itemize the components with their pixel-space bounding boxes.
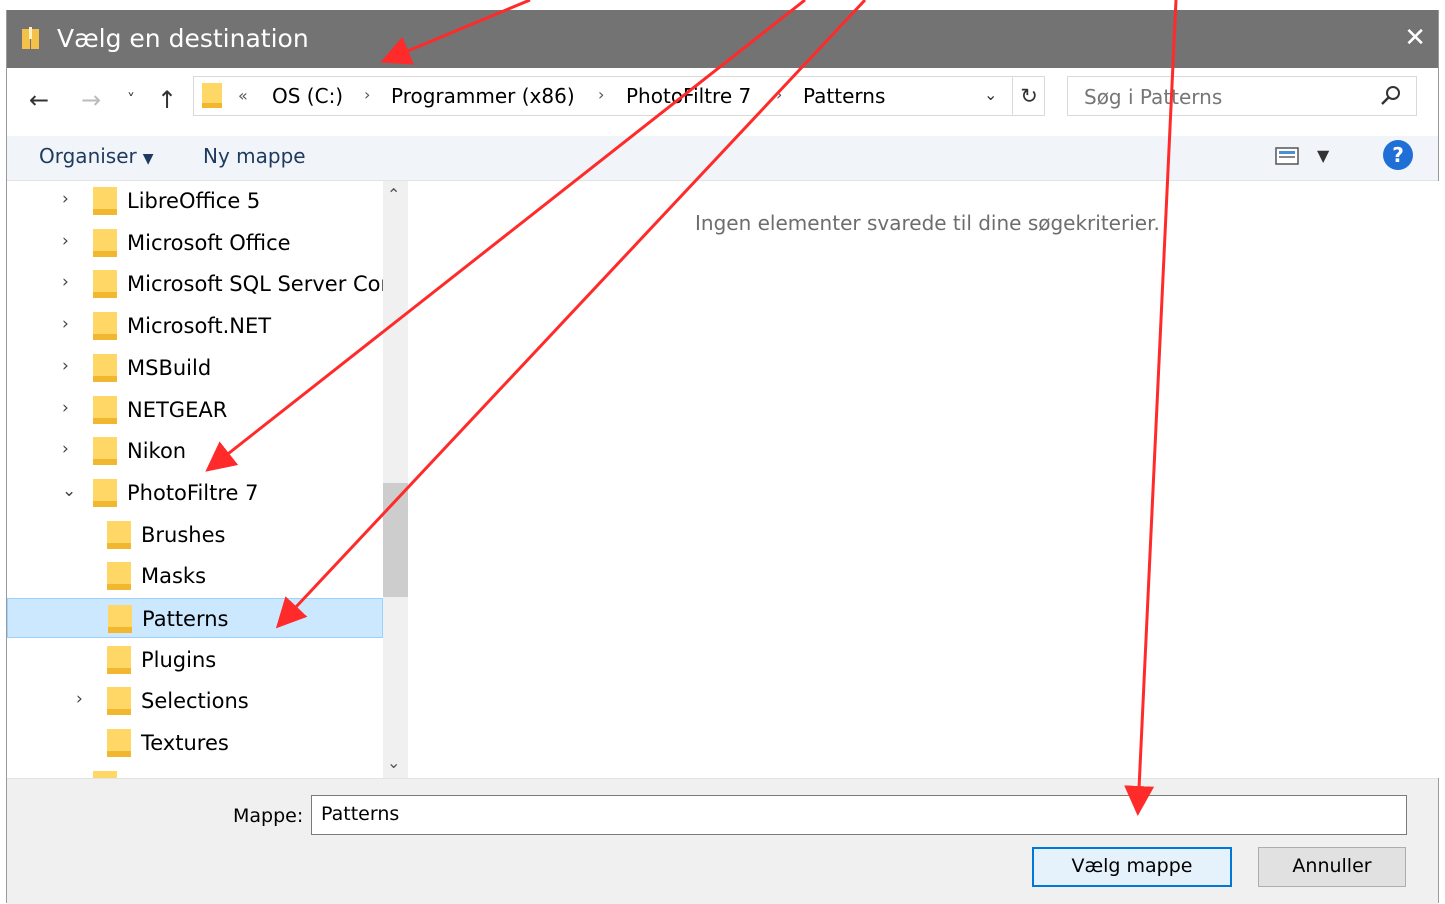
refresh-icon[interactable]: ↻	[1012, 77, 1045, 115]
breadcrumb-os-c[interactable]: OS (C:)	[272, 84, 343, 108]
tree-item[interactable]: › MSBuild	[7, 348, 383, 388]
organise-label[interactable]: Organiser	[39, 144, 137, 168]
up-arrow-icon[interactable]: ↑	[157, 86, 177, 114]
expand-chevron-icon[interactable]: ›	[62, 272, 69, 292]
search-placeholder[interactable]: Søg i Patterns	[1084, 85, 1222, 109]
expand-chevron-icon[interactable]: ›	[62, 356, 69, 376]
tree-item[interactable]: Patterns	[7, 598, 383, 638]
folder-icon	[93, 437, 117, 466]
tree-item-label: Masks	[141, 564, 207, 589]
tree-item[interactable]: Plugins	[7, 640, 383, 680]
breadcrumb-patterns[interactable]: Patterns	[803, 84, 885, 108]
tree-item-label: Plugins	[141, 647, 217, 672]
tree-item-label: Patterns	[142, 607, 229, 631]
search-icon[interactable]	[1380, 85, 1402, 107]
tree-item[interactable]: › Microsoft Office	[7, 223, 383, 263]
select-folder-button[interactable]: Vælg mappe	[1032, 847, 1232, 887]
tree-item-label: Brushes	[141, 522, 226, 547]
tree-item-label: Microsoft.NET	[127, 314, 272, 339]
forward-arrow-icon[interactable]: →	[81, 86, 101, 114]
tree-item[interactable]: Masks	[7, 556, 383, 596]
dialog-footer: Mappe: Patterns Vælg mappe Annuller	[7, 778, 1438, 904]
expand-chevron-icon[interactable]: ›	[76, 689, 83, 709]
folder-name-value[interactable]: Patterns	[321, 803, 399, 825]
address-bar[interactable]: « OS (C:) › Programmer (x86) › PhotoFilt…	[193, 76, 1045, 116]
tree-item[interactable]: › Microsoft SQL Server Cor	[7, 264, 383, 304]
folder-icon	[93, 353, 117, 382]
file-list-pane[interactable]: Ingen elementer svarede til dine søgekri…	[413, 181, 1439, 778]
folder-icon	[93, 478, 117, 507]
scrollbar-thumb[interactable]	[383, 483, 408, 597]
collapse-chevron-icon[interactable]: ⌄	[62, 481, 76, 501]
tree-item-label: Microsoft Office	[127, 230, 291, 255]
folder-icon	[107, 562, 131, 591]
folder-icon	[202, 83, 222, 108]
search-box[interactable]: Søg i Patterns	[1067, 76, 1417, 116]
tree-item-label: LibreOffice 5	[127, 189, 261, 213]
folder-icon	[93, 312, 117, 341]
navigation-tree: › LibreOffice 5 › Microsoft Office › Microsof…	[7, 181, 383, 778]
folder-field-label: Mappe:	[233, 805, 304, 827]
title-bar[interactable]: Vælg en destination ✕	[7, 10, 1438, 68]
scroll-up-icon[interactable]: ⌃	[387, 185, 400, 204]
breadcrumb-photofiltre-7[interactable]: PhotoFiltre 7	[626, 84, 751, 108]
tree-item[interactable]: › LibreOffice 5	[7, 181, 383, 221]
new-folder-button[interactable]: Ny mappe	[203, 144, 306, 168]
folder-icon	[107, 729, 131, 758]
breadcrumb-separator-icon[interactable]: ›	[776, 85, 782, 104]
folder-icon	[93, 395, 117, 424]
command-toolbar: Organiser ▼ Ny mappe ▼ ?	[7, 136, 1438, 181]
view-dropdown-icon[interactable]: ▼	[1317, 146, 1329, 165]
folder-icon	[107, 520, 131, 549]
tree-item-label: Nikon	[127, 439, 187, 464]
tree-item-label: Microsoft SQL Server Cor	[127, 272, 383, 297]
back-arrow-icon[interactable]: ←	[29, 86, 49, 114]
cancel-button[interactable]: Annuller	[1258, 847, 1406, 887]
navigation-bar: ← → ˅ ↑ « OS (C:) › Programmer (x86) › P…	[7, 68, 1438, 136]
folder-name-input[interactable]: Patterns	[311, 795, 1407, 835]
tree-item[interactable]: › Selections	[7, 681, 383, 721]
scroll-down-icon[interactable]: ⌄	[387, 753, 400, 772]
folder-icon	[93, 270, 117, 299]
folder-icon	[93, 770, 117, 778]
breadcrumb-separator-icon[interactable]: ›	[598, 85, 604, 104]
organise-menu[interactable]: Organiser ▼	[39, 144, 154, 168]
close-icon[interactable]: ✕	[1404, 24, 1426, 52]
folder-icon	[93, 187, 117, 215]
overflow-chevron-icon[interactable]: «	[238, 86, 248, 105]
tree-item[interactable]: › NETGEAR	[7, 390, 383, 430]
tree-scrollbar[interactable]: ⌃ ⌄	[383, 181, 408, 778]
empty-results-message: Ingen elementer svarede til dine søgekri…	[695, 211, 1160, 235]
folder-icon	[108, 605, 132, 633]
expand-chevron-icon[interactable]: ›	[62, 439, 69, 459]
tree-item-label: MSBuild	[127, 355, 212, 380]
caret-down-icon[interactable]: ▼	[143, 151, 154, 167]
dialog-window: Vælg en destination ✕ ← → ˅ ↑ « OS (C:) …	[6, 10, 1439, 904]
tree-item[interactable]: ⌄ PhotoFiltre 7	[7, 473, 383, 513]
expand-chevron-icon[interactable]: ›	[62, 189, 69, 209]
window-title: Vælg en destination	[57, 24, 309, 53]
tree-item-label: NETGEAR	[127, 397, 228, 422]
tree-item-label: Textures	[141, 731, 229, 756]
folder-icon	[107, 645, 131, 674]
breadcrumb-programmer-x86[interactable]: Programmer (x86)	[391, 84, 575, 108]
help-icon[interactable]: ?	[1383, 140, 1413, 170]
tree-item[interactable]: › Nikon	[7, 431, 383, 471]
tree-item[interactable]: › Microsoft.NET	[7, 306, 383, 346]
expand-chevron-icon[interactable]: ›	[62, 314, 69, 334]
tree-item[interactable]: Brushes	[7, 515, 383, 555]
folder-icon	[93, 228, 117, 257]
tree-item-label: Selections	[141, 689, 249, 714]
folder-icon	[107, 687, 131, 716]
tree-item[interactable]: Textures	[7, 723, 383, 763]
expand-chevron-icon[interactable]: ›	[62, 231, 69, 251]
recent-locations-icon[interactable]: ˅	[127, 90, 135, 109]
tree-item-label: PhotoFiltre 7	[127, 480, 259, 505]
address-dropdown-icon[interactable]: ⌄	[984, 85, 997, 104]
tree-item-partial[interactable]	[7, 765, 383, 778]
breadcrumb-separator-icon[interactable]: ›	[364, 85, 370, 104]
expand-chevron-icon[interactable]: ›	[62, 398, 69, 418]
view-options-icon[interactable]	[1275, 146, 1301, 166]
folder-app-icon	[22, 27, 39, 49]
